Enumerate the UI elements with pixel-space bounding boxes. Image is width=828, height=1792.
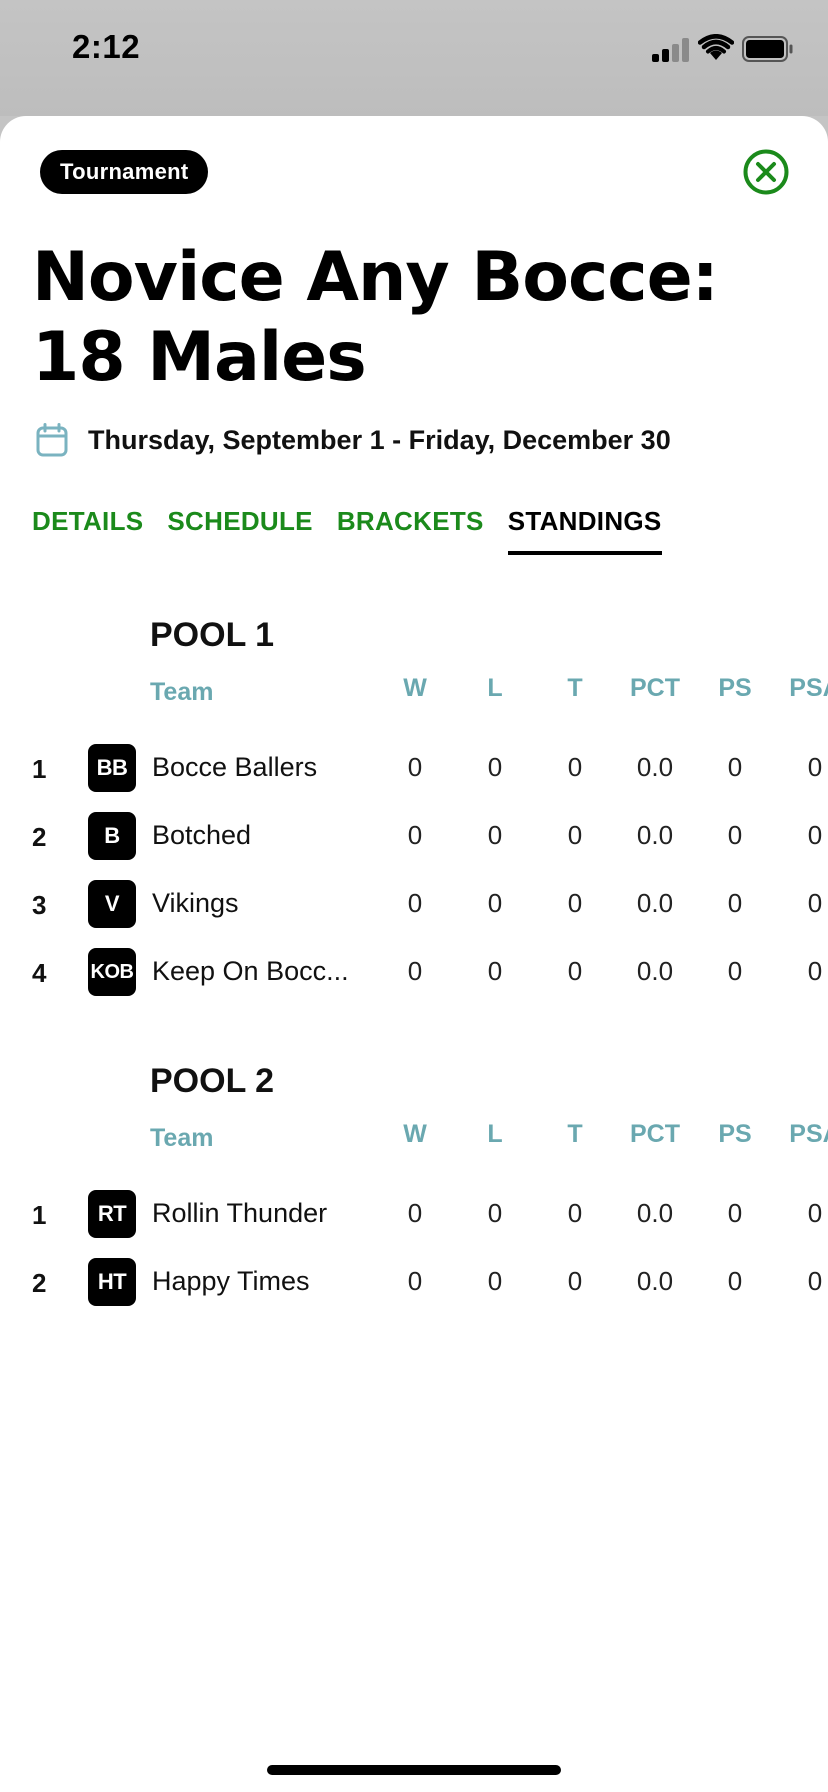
column-header-w: W — [403, 674, 427, 702]
points-against: 0 — [807, 888, 823, 918]
ties: 0 — [567, 1198, 583, 1228]
team-avatar: RT — [88, 1190, 136, 1238]
points-against: 0 — [807, 1198, 823, 1228]
column-header-ps: PS — [718, 1120, 752, 1148]
date-range: Thursday, September 1 - Friday, December… — [36, 422, 671, 458]
wins: 0 — [407, 752, 423, 782]
close-icon[interactable] — [742, 148, 790, 196]
wins: 0 — [407, 820, 423, 850]
column-header-ps: PS — [718, 674, 752, 702]
rank: 1 — [32, 754, 47, 784]
points-scored: 0 — [727, 888, 743, 918]
points-scored: 0 — [727, 820, 743, 850]
status-bar: 2:12 — [0, 0, 828, 116]
rank: 1 — [32, 1200, 47, 1230]
column-header-psa: PSA — [789, 1120, 828, 1148]
losses: 0 — [487, 1198, 503, 1228]
status-time: 2:12 — [72, 28, 141, 65]
team-name: Rollin Thunder — [152, 1198, 328, 1228]
points-scored: 0 — [727, 956, 743, 986]
points-scored: 0 — [727, 1266, 743, 1296]
team-name: Happy Times — [152, 1266, 310, 1296]
table-row[interactable]: 2 B Botched 0 0 0 0.0 0 0 — [0, 804, 828, 872]
team-name: Botched — [152, 820, 252, 850]
tab-schedule[interactable]: SCHEDULE — [167, 506, 312, 555]
points-against: 0 — [807, 820, 823, 850]
tab-brackets[interactable]: BRACKETS — [337, 506, 484, 555]
column-header-team: Team — [150, 1124, 214, 1152]
tab-standings[interactable]: STANDINGS — [507, 506, 662, 555]
rank: 3 — [32, 890, 47, 920]
losses: 0 — [487, 888, 503, 918]
team-name: Keep On Bocc... — [152, 956, 349, 986]
tournament-sheet: Tournament Novice Any Bocce: 18 Males Th… — [0, 116, 828, 1792]
table-row[interactable]: 1 BB Bocce Ballers 0 0 0 0.0 0 0 — [0, 736, 828, 804]
losses: 0 — [487, 820, 503, 850]
losses: 0 — [487, 956, 503, 986]
tab-bar: DETAILS SCHEDULE BRACKETS STANDINGS — [32, 506, 662, 555]
date-text: Thursday, September 1 - Friday, December… — [88, 424, 671, 455]
team-avatar: HT — [88, 1258, 136, 1306]
table-row[interactable]: 2 HT Happy Times 0 0 0 0.0 0 0 — [0, 1250, 828, 1318]
wins: 0 — [407, 956, 423, 986]
ties: 0 — [567, 956, 583, 986]
pct: 0.0 — [636, 820, 674, 850]
ties: 0 — [567, 1266, 583, 1296]
wins: 0 — [407, 1266, 423, 1296]
team-name: Vikings — [152, 888, 239, 918]
rank: 2 — [32, 1268, 47, 1298]
team-avatar: V — [88, 880, 136, 928]
points-against: 0 — [807, 1266, 823, 1296]
column-header-t: T — [567, 1120, 583, 1148]
battery-icon — [742, 36, 793, 62]
pct: 0.0 — [636, 1266, 674, 1296]
table-row[interactable]: 4 KOB Keep On Bocc... 0 0 0 0.0 0 0 — [0, 940, 828, 1008]
column-header-team: Team — [150, 678, 214, 706]
ties: 0 — [567, 820, 583, 850]
home-indicator[interactable] — [267, 1765, 561, 1775]
points-against: 0 — [807, 956, 823, 986]
wifi-icon — [698, 34, 734, 60]
rank: 4 — [32, 958, 47, 988]
points-scored: 0 — [727, 752, 743, 782]
table-row[interactable]: 3 V Vikings 0 0 0 0.0 0 0 — [0, 872, 828, 940]
team-avatar: BB — [88, 744, 136, 792]
column-header-pct: PCT — [630, 1120, 680, 1148]
pct: 0.0 — [636, 888, 674, 918]
ties: 0 — [567, 888, 583, 918]
pct: 0.0 — [636, 956, 674, 986]
points-against: 0 — [807, 752, 823, 782]
calendar-icon — [36, 423, 68, 457]
column-header-t: T — [567, 674, 583, 702]
table-row[interactable]: 1 RT Rollin Thunder 0 0 0 0.0 0 0 — [0, 1182, 828, 1250]
pct: 0.0 — [636, 752, 674, 782]
pool-title: POOL 1 — [150, 616, 275, 654]
points-scored: 0 — [727, 1198, 743, 1228]
team-avatar: B — [88, 812, 136, 860]
column-header-l: L — [487, 674, 503, 702]
column-header-psa: PSA — [789, 674, 828, 702]
column-header-l: L — [487, 1120, 503, 1148]
pool-title: POOL 2 — [150, 1062, 275, 1100]
team-avatar: KOB — [88, 948, 136, 996]
team-name: Bocce Ballers — [152, 752, 318, 782]
losses: 0 — [487, 1266, 503, 1296]
wins: 0 — [407, 1198, 423, 1228]
tournament-badge: Tournament — [40, 150, 209, 194]
column-header-pct: PCT — [630, 674, 680, 702]
cellular-signal-icon — [652, 38, 690, 62]
losses: 0 — [487, 752, 503, 782]
pct: 0.0 — [636, 1198, 674, 1228]
column-header-w: W — [403, 1120, 427, 1148]
wins: 0 — [407, 888, 423, 918]
ties: 0 — [567, 752, 583, 782]
page-title: Novice Any Bocce: 18 Males — [32, 238, 719, 397]
tab-details[interactable]: DETAILS — [32, 506, 143, 555]
rank: 2 — [32, 822, 47, 852]
